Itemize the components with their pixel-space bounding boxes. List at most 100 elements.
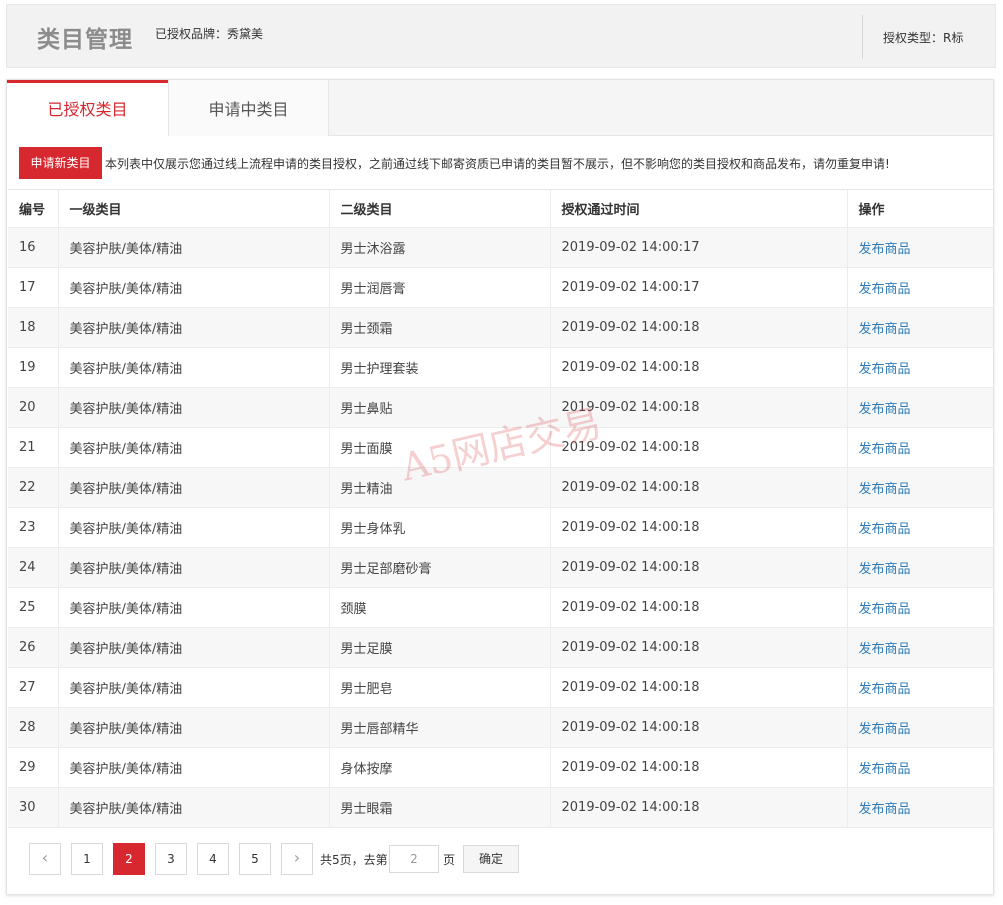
publish-product-link[interactable]: 发布商品: [859, 802, 911, 817]
table-row: 27 美容护肤/美体/精油 男士肥皂 2019-09-02 14:00:18 发…: [8, 667, 993, 708]
cell-level2: 男士唇部精华: [328, 707, 550, 748]
publish-product-link[interactable]: 发布商品: [859, 762, 911, 777]
prev-page-button[interactable]: ‹: [29, 843, 61, 875]
cell-level1: 美容护肤/美体/精油: [57, 547, 329, 588]
publish-product-link[interactable]: 发布商品: [859, 642, 911, 657]
cell-action: 发布商品: [846, 707, 993, 748]
notice-row: 申请新类目 本列表中仅展示您通过线上流程申请的类目授权，之前通过线下邮寄资质已申…: [19, 147, 987, 179]
header-level2: 二级类目: [328, 189, 550, 228]
cell-id: 16: [8, 227, 58, 268]
cell-time: 2019-09-02 14:00:18: [549, 747, 847, 788]
cell-action: 发布商品: [846, 627, 993, 668]
table-row: 25 美容护肤/美体/精油 颈膜 2019-09-02 14:00:18 发布商…: [8, 587, 993, 628]
tab-authorized-categories[interactable]: 已授权类目: [7, 80, 168, 137]
tab-bar: 已授权类目 申请中类目: [7, 80, 993, 137]
cell-action: 发布商品: [846, 587, 993, 628]
publish-product-link[interactable]: 发布商品: [859, 442, 911, 457]
next-page-button[interactable]: ›: [281, 843, 313, 875]
header-action: 操作: [846, 189, 993, 228]
publish-product-link[interactable]: 发布商品: [859, 682, 911, 697]
cell-id: 25: [8, 587, 58, 628]
cell-level2: 男士精油: [328, 467, 550, 508]
publish-product-link[interactable]: 发布商品: [859, 482, 911, 497]
cell-level1: 美容护肤/美体/精油: [57, 747, 329, 788]
cell-action: 发布商品: [846, 307, 993, 348]
category-table: 编号 一级类目 二级类目 授权通过时间 操作 16 美容护肤/美体/精油 男士沐…: [8, 189, 993, 828]
cell-level1: 美容护肤/美体/精油: [57, 267, 329, 308]
cell-level2: 颈膜: [328, 587, 550, 628]
publish-product-link[interactable]: 发布商品: [859, 242, 911, 257]
cell-action: 发布商品: [846, 667, 993, 708]
publish-product-link[interactable]: 发布商品: [859, 602, 911, 617]
publish-product-link[interactable]: 发布商品: [859, 362, 911, 377]
cell-time: 2019-09-02 14:00:18: [549, 347, 847, 388]
table-row: 17 美容护肤/美体/精油 男士润唇膏 2019-09-02 14:00:17 …: [8, 267, 993, 308]
publish-product-link[interactable]: 发布商品: [859, 522, 911, 537]
cell-level2: 男士护理套装: [328, 347, 550, 388]
publish-product-link[interactable]: 发布商品: [859, 562, 911, 577]
cell-level1: 美容护肤/美体/精油: [57, 227, 329, 268]
cell-action: 发布商品: [846, 427, 993, 468]
table-row: 16 美容护肤/美体/精油 男士沐浴露 2019-09-02 14:00:17 …: [8, 227, 993, 268]
apply-new-category-button[interactable]: 申请新类目: [19, 147, 102, 179]
publish-product-link[interactable]: 发布商品: [859, 402, 911, 417]
publish-product-link[interactable]: 发布商品: [859, 282, 911, 297]
header-divider: [862, 15, 863, 59]
table-row: 30 美容护肤/美体/精油 男士眼霜 2019-09-02 14:00:18 发…: [8, 787, 993, 828]
cell-id: 29: [8, 747, 58, 788]
cell-time: 2019-09-02 14:00:18: [549, 307, 847, 348]
cell-id: 26: [8, 627, 58, 668]
cell-level1: 美容护肤/美体/精油: [57, 427, 329, 468]
category-table-wrap: 编号 一级类目 二级类目 授权通过时间 操作 16 美容护肤/美体/精油 男士沐…: [8, 189, 993, 828]
chevron-left-icon: ‹: [41, 848, 49, 867]
pagination: ‹ 1 2 3 4 5 › 共5页，去第 页 确定: [29, 843, 629, 875]
cell-action: 发布商品: [846, 547, 993, 588]
cell-level1: 美容护肤/美体/精油: [57, 787, 329, 828]
cell-id: 24: [8, 547, 58, 588]
cell-level2: 男士颈霜: [328, 307, 550, 348]
cell-id: 30: [8, 787, 58, 828]
page-button-3[interactable]: 3: [155, 843, 187, 875]
cell-level1: 美容护肤/美体/精油: [57, 707, 329, 748]
table-row: 28 美容护肤/美体/精油 男士唇部精华 2019-09-02 14:00:18…: [8, 707, 993, 748]
page-unit-label: 页: [443, 853, 456, 867]
page-button-5[interactable]: 5: [239, 843, 271, 875]
cell-level2: 男士润唇膏: [328, 267, 550, 308]
publish-product-link[interactable]: 发布商品: [859, 722, 911, 737]
page-button-4[interactable]: 4: [197, 843, 229, 875]
page-title: 类目管理: [37, 27, 133, 53]
page-button-2[interactable]: 2: [113, 843, 145, 875]
page-button-1[interactable]: 1: [71, 843, 103, 875]
cell-action: 发布商品: [846, 507, 993, 548]
authorization-type: 授权类型：R标: [883, 31, 964, 45]
cell-time: 2019-09-02 14:00:17: [549, 227, 847, 268]
cell-level1: 美容护肤/美体/精油: [57, 347, 329, 388]
cell-action: 发布商品: [846, 787, 993, 828]
authorized-brand: 已授权品牌：秀黛美: [155, 27, 264, 41]
cell-action: 发布商品: [846, 387, 993, 428]
cell-time: 2019-09-02 14:00:18: [549, 707, 847, 748]
table-row: 29 美容护肤/美体/精油 身体按摩 2019-09-02 14:00:18 发…: [8, 747, 993, 788]
header-time: 授权通过时间: [549, 189, 847, 228]
chevron-right-icon: ›: [293, 848, 301, 867]
cell-id: 21: [8, 427, 58, 468]
table-row: 21 美容护肤/美体/精油 男士面膜 2019-09-02 14:00:18 发…: [8, 427, 993, 468]
cell-time: 2019-09-02 14:00:18: [549, 787, 847, 828]
goto-confirm-button[interactable]: 确定: [463, 845, 519, 873]
table-row: 26 美容护肤/美体/精油 男士足膜 2019-09-02 14:00:18 发…: [8, 627, 993, 668]
goto-page-input[interactable]: [389, 845, 439, 873]
tab-pending-categories[interactable]: 申请中类目: [168, 80, 329, 136]
cell-id: 17: [8, 267, 58, 308]
cell-time: 2019-09-02 14:00:18: [549, 587, 847, 628]
cell-level2: 男士足部磨砂膏: [328, 547, 550, 588]
table-header-row: 编号 一级类目 二级类目 授权通过时间 操作: [8, 189, 993, 228]
cell-time: 2019-09-02 14:00:18: [549, 427, 847, 468]
table-row: 22 美容护肤/美体/精油 男士精油 2019-09-02 14:00:18 发…: [8, 467, 993, 508]
cell-level1: 美容护肤/美体/精油: [57, 467, 329, 508]
cell-action: 发布商品: [846, 227, 993, 268]
publish-product-link[interactable]: 发布商品: [859, 322, 911, 337]
header-id: 编号: [8, 189, 58, 228]
cell-level2: 男士眼霜: [328, 787, 550, 828]
cell-action: 发布商品: [846, 467, 993, 508]
cell-level2: 男士足膜: [328, 627, 550, 668]
